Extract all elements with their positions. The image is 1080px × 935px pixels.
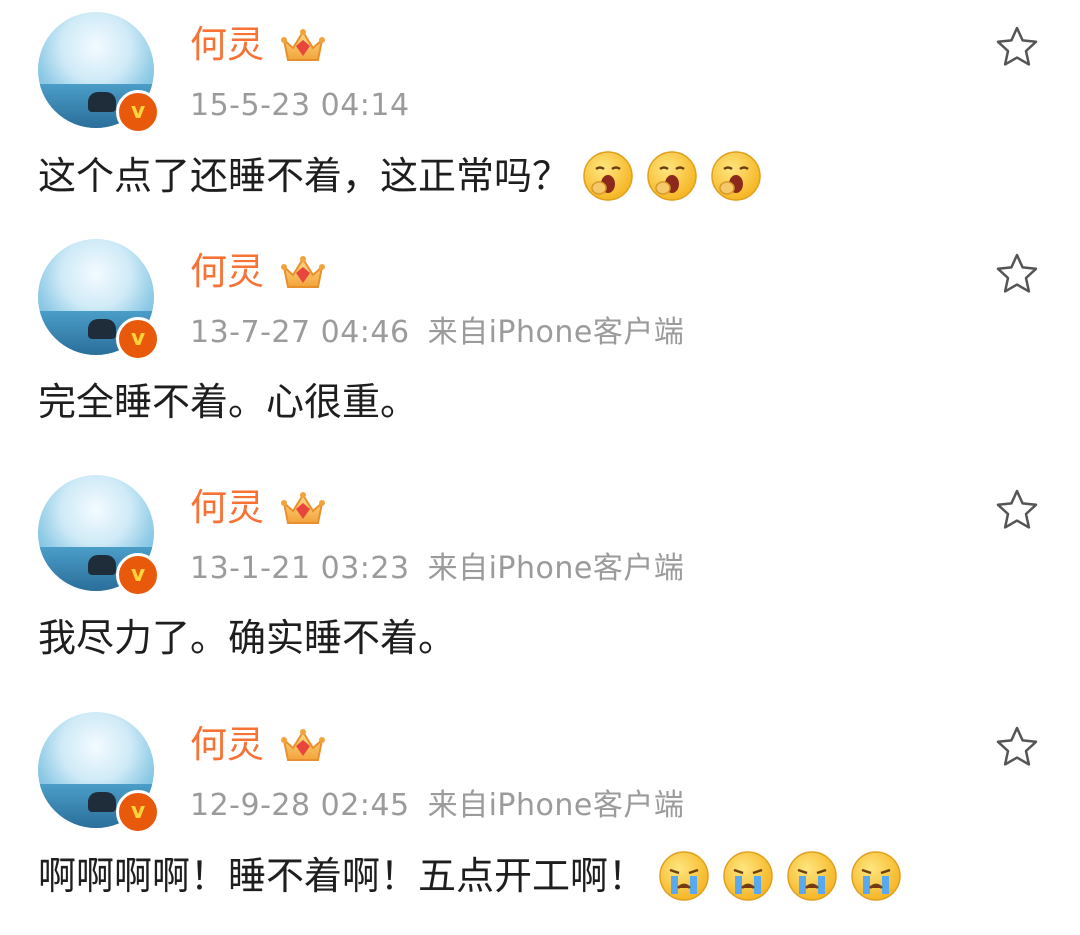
verified-badge-icon: v: [116, 790, 160, 834]
post-text: 啊啊啊啊！睡不着啊！五点开工啊！: [38, 850, 902, 902]
crown-icon: [281, 729, 325, 761]
post-text-body: 啊啊啊啊！睡不着啊！五点开工啊！: [38, 854, 647, 898]
post-source: 来自iPhone客户端: [427, 788, 685, 823]
author-name[interactable]: 何灵: [190, 722, 264, 768]
post-text-body: 我尽力了。确实睡不着。: [38, 616, 457, 660]
post-time: 15-5-23 04:14: [190, 88, 410, 123]
crying-emoji-icon: [851, 851, 901, 901]
post-time: 13-1-21 03:23: [190, 551, 410, 586]
star-icon[interactable]: [994, 251, 1040, 297]
star-icon[interactable]: [994, 24, 1040, 70]
post-time: 12-9-28 02:45: [190, 788, 410, 823]
verified-badge-icon: v: [116, 317, 160, 361]
star-icon[interactable]: [994, 487, 1040, 533]
crown-icon: [281, 492, 325, 524]
crying-emoji-icon: [723, 851, 773, 901]
crown-icon: [281, 256, 325, 288]
post-meta: 12-9-28 02:45 来自iPhone客户端: [190, 786, 684, 826]
post-text: 这个点了还睡不着，这正常吗？: [38, 150, 762, 202]
post-text: 我尽力了。确实睡不着。: [38, 613, 456, 663]
author-name[interactable]: 何灵: [190, 22, 264, 68]
verified-badge-icon: v: [116, 90, 160, 134]
crown-icon: [281, 29, 325, 61]
verified-badge-icon: v: [116, 553, 160, 597]
crying-emoji-icon: [659, 851, 709, 901]
post-meta: 13-1-21 03:23 来自iPhone客户端: [190, 549, 684, 589]
yawn-emoji-icon: [711, 151, 761, 201]
author-name[interactable]: 何灵: [190, 249, 264, 295]
post-source: 来自iPhone客户端: [427, 315, 685, 350]
post-text-body: 完全睡不着。心很重。: [38, 380, 419, 424]
post-meta: 15-5-23 04:14: [190, 86, 428, 126]
post-time: 13-7-27 04:46: [190, 315, 410, 350]
yawn-emoji-icon: [583, 151, 633, 201]
post-meta: 13-7-27 04:46 来自iPhone客户端: [190, 313, 684, 353]
post-source: 来自iPhone客户端: [427, 551, 685, 586]
crying-emoji-icon: [787, 851, 837, 901]
star-icon[interactable]: [994, 724, 1040, 770]
post-text: 完全睡不着。心很重。: [38, 377, 418, 427]
yawn-emoji-icon: [647, 151, 697, 201]
author-name[interactable]: 何灵: [190, 485, 264, 531]
post-text-body: 这个点了还睡不着，这正常吗？: [38, 154, 571, 198]
